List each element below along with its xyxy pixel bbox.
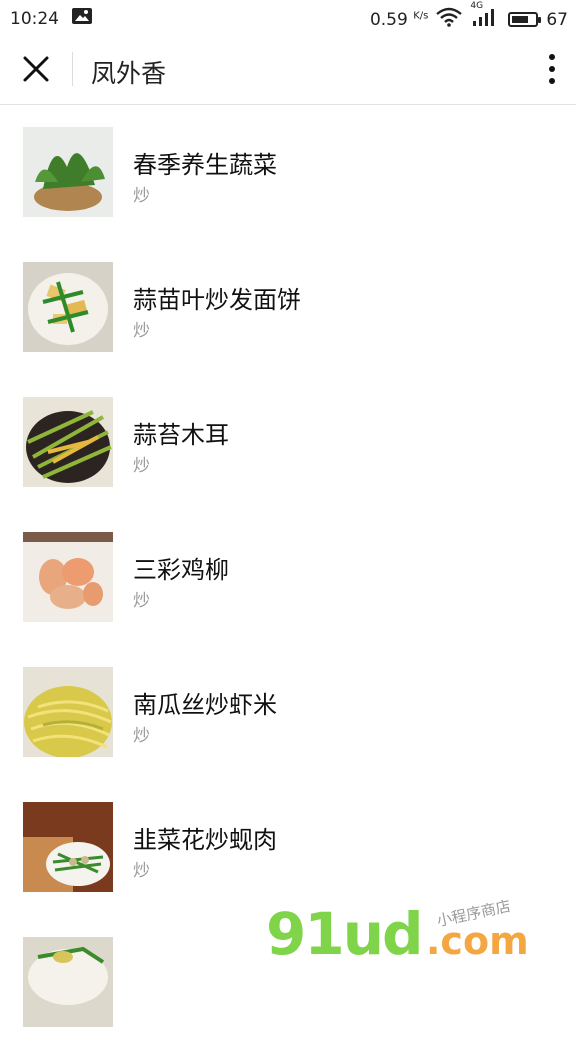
net-speed-unit: K/s — [413, 9, 429, 21]
battery-icon — [508, 12, 542, 27]
network-type: 4G — [470, 1, 484, 11]
net-speed: 0.59 K/s — [370, 10, 428, 30]
recipe-method: 炒 — [133, 861, 150, 881]
nav-divider — [72, 52, 73, 86]
recipe-thumbnail — [23, 802, 113, 892]
recipe-thumbnail — [23, 667, 113, 757]
recipe-thumbnail — [23, 397, 113, 487]
recipe-thumbnail — [23, 532, 113, 622]
battery-level: 67 — [546, 9, 568, 30]
recipe-method: 炒 — [133, 321, 150, 341]
net-speed-value: 0.59 — [369, 9, 408, 30]
list-item[interactable]: 春季养生蔬菜 炒 — [0, 105, 576, 240]
recipe-method: 炒 — [133, 456, 150, 476]
list-item[interactable]: 三彩鸡柳 炒 — [0, 510, 576, 645]
image-notification-icon — [71, 7, 93, 30]
recipe-title: 三彩鸡柳 — [133, 556, 229, 584]
recipe-thumbnail — [23, 127, 113, 217]
recipe-title: 南瓜丝炒虾米 — [133, 691, 277, 719]
recipe-method: 炒 — [133, 726, 150, 746]
recipe-title: 蒜苗叶炒发面饼 — [133, 286, 301, 314]
wifi-icon — [436, 7, 463, 32]
watermark: 91ud .com 小程序商店 — [266, 890, 566, 968]
more-button[interactable] — [546, 51, 558, 87]
page-title: 凤外香 — [91, 59, 167, 88]
recipe-title: 蒜苔木耳 — [133, 421, 229, 449]
status-time: 10:24 — [10, 8, 59, 29]
list-item[interactable]: 蒜苔木耳 炒 — [0, 375, 576, 510]
recipe-title: 韭菜花炒蚬肉 — [133, 826, 277, 854]
signal-icon: 4G — [470, 1, 500, 32]
recipe-thumbnail — [23, 262, 113, 352]
list-item[interactable]: 蒜苗叶炒发面饼 炒 — [0, 240, 576, 375]
recipe-thumbnail — [23, 937, 113, 1027]
recipe-method: 炒 — [133, 186, 150, 206]
close-button[interactable] — [16, 49, 56, 89]
recipe-title: 春季养生蔬菜 — [133, 151, 277, 179]
more-vertical-icon — [549, 54, 555, 84]
list-item[interactable]: 南瓜丝炒虾米 炒 — [0, 645, 576, 780]
close-icon — [23, 56, 49, 82]
recipe-method: 炒 — [133, 591, 150, 611]
nav-bar: 凤外香 — [0, 34, 576, 105]
watermark-brand: 91ud — [266, 900, 422, 960]
status-bar: 10:24 0.59 K/s 4G 67 — [0, 0, 576, 34]
